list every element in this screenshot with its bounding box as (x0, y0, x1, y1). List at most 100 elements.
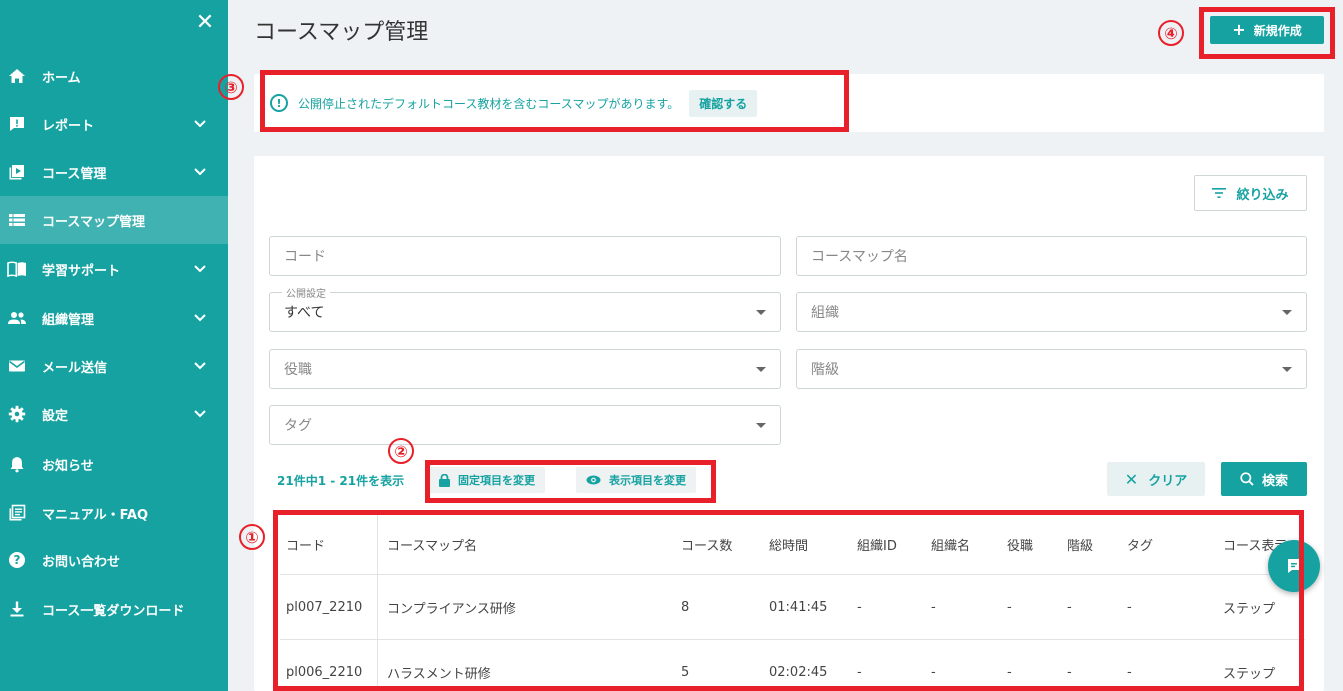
role-select[interactable]: 役職 (269, 349, 781, 389)
change-display-columns-button[interactable]: 表示項目を変更 (576, 467, 696, 493)
table-cell: ステップ (1223, 601, 1276, 617)
column-header: 組織名 (931, 538, 971, 554)
list-icon (6, 209, 28, 231)
annotation-number-4: ④ (1158, 20, 1184, 46)
table-row[interactable]: pl006_2210 ハラスメント研修 5 02:02:45 - - - - - ステップ (280, 640, 1305, 691)
table-cell: - (1007, 664, 1012, 680)
publish-setting-legend: 公開設定 (282, 285, 330, 300)
chat-icon (1287, 559, 1301, 573)
sidebar-item-label: コースマップ管理 (42, 214, 145, 230)
chevron-down-icon (192, 314, 208, 322)
table-cell: コンプライアンス研修 (387, 601, 516, 617)
svg-text:?: ? (14, 553, 21, 567)
lock-icon (439, 473, 450, 487)
sidebar-item[interactable]: ? お問い合わせ (0, 536, 228, 584)
info-icon: ! (270, 94, 288, 112)
manual-icon (6, 502, 28, 524)
clear-button[interactable]: ✕ クリア (1107, 462, 1205, 496)
search-label: 検索 (1261, 473, 1288, 489)
alert-banner: ! 公開停止されたデフォルトコース教材を含むコースマップがあります。 確認する (270, 88, 758, 118)
sidebar-item[interactable]: 組織管理 (0, 294, 228, 342)
book-icon (6, 258, 28, 280)
sidebar-item-label: コース管理 (42, 166, 107, 182)
table-cell: - (1007, 599, 1012, 615)
code-placeholder: コード (284, 249, 326, 265)
filter-button[interactable]: 絞り込み (1194, 175, 1307, 211)
annotation-number-1: ① (239, 524, 265, 550)
home-icon (6, 65, 28, 87)
caret-down-icon (756, 367, 766, 372)
column-header: 役職 (1007, 538, 1034, 554)
sidebar-item[interactable]: お知らせ (0, 440, 228, 488)
sidebar-item-label: レポート (42, 118, 95, 134)
column-header: コード (286, 538, 326, 554)
alert-text: 公開停止されたデフォルトコース教材を含むコースマップがあります。 (298, 96, 680, 111)
change-fixed-columns-button[interactable]: 固定項目を変更 (429, 467, 545, 493)
table-cell: pl007_2210 (286, 599, 363, 615)
sidebar-item[interactable]: コースマップ管理 (0, 196, 228, 244)
result-count: 21件中1 - 21件を表示 (277, 474, 405, 488)
chevron-down-icon (192, 265, 208, 273)
tag-placeholder: タグ (284, 418, 312, 434)
plus-icon: + (1232, 20, 1246, 39)
tag-select[interactable]: タグ (269, 405, 781, 445)
organization-select[interactable]: 組織 (796, 292, 1307, 332)
table-cell: 8 (681, 599, 690, 615)
caret-down-icon (756, 423, 766, 428)
chat-button[interactable] (1268, 540, 1320, 592)
role-placeholder: 役職 (284, 362, 312, 378)
search-icon (1240, 472, 1254, 486)
sidebar-item[interactable]: 設定 (0, 390, 228, 438)
table-cell: - (1127, 664, 1132, 680)
table-cell: - (1127, 599, 1132, 615)
sidebar-item-label: メール送信 (42, 360, 108, 376)
sidebar-item-label: お知らせ (42, 458, 94, 474)
filter-icon (1212, 188, 1227, 198)
close-icon[interactable]: ✕ (193, 10, 217, 36)
table-cell: 5 (681, 664, 690, 680)
sidebar-item[interactable]: ホーム (0, 52, 228, 100)
table-cell: - (931, 664, 936, 680)
sidebar-item[interactable]: マニュアル・FAQ (0, 489, 228, 537)
eye-icon (586, 475, 601, 485)
table-row[interactable]: pl007_2210 コンプライアンス研修 8 01:41:45 - - - - - ステップ (280, 575, 1305, 640)
sidebar-item-label: ホーム (42, 70, 81, 86)
publish-setting-value: すべて (284, 305, 325, 321)
code-input[interactable]: コード (269, 236, 781, 276)
new-create-button[interactable]: + 新規作成 (1210, 16, 1324, 44)
column-header: コース数 (681, 538, 733, 554)
caret-down-icon (1282, 310, 1292, 315)
annotation-number-2: ② (388, 438, 414, 464)
mail-icon (6, 355, 28, 377)
sidebar-item-label: 組織管理 (42, 312, 95, 328)
caret-down-icon (1282, 367, 1292, 372)
sidebar-item[interactable]: 学習サポート (0, 245, 228, 293)
change-fixed-columns-label: 固定項目を変更 (458, 474, 535, 487)
search-button[interactable]: 検索 (1221, 462, 1307, 496)
clear-label: クリア (1148, 473, 1188, 489)
confirm-button[interactable]: 確認する (689, 89, 758, 117)
table-cell: ステップ (1223, 666, 1276, 682)
table-cell: 02:02:45 (769, 664, 828, 680)
sidebar-item-label: コース一覧ダウンロード (42, 603, 185, 619)
sidebar-item[interactable]: コース管理 (0, 148, 228, 196)
organization-placeholder: 組織 (811, 305, 839, 321)
table-cell: - (857, 664, 862, 680)
annotation-number-3: ③ (218, 74, 244, 100)
sidebar-item-label: 学習サポート (42, 263, 121, 279)
sidebar-item-label: 設定 (42, 408, 69, 424)
table-cell: ハラスメント研修 (387, 666, 491, 682)
table-header: コード コースマップ名 コース数 総時間 組織ID 組織名 役職 階級 タグ コース表示 (280, 514, 1305, 575)
column-header: タグ (1127, 538, 1154, 554)
table-cell: - (931, 599, 936, 615)
course-map-name-input[interactable]: コースマップ名 (796, 236, 1307, 276)
sidebar-item[interactable]: メール送信 (0, 342, 228, 390)
caret-down-icon (756, 310, 766, 315)
rank-select[interactable]: 階級 (796, 349, 1307, 389)
report-icon (6, 113, 28, 135)
sidebar-item[interactable]: レポート (0, 100, 228, 148)
table-cell: pl006_2210 (286, 664, 363, 680)
sidebar-item[interactable]: コース一覧ダウンロード (0, 585, 228, 633)
clear-x-icon: ✕ (1124, 469, 1139, 489)
publish-setting-select[interactable]: 公開設定 すべて (269, 285, 781, 332)
